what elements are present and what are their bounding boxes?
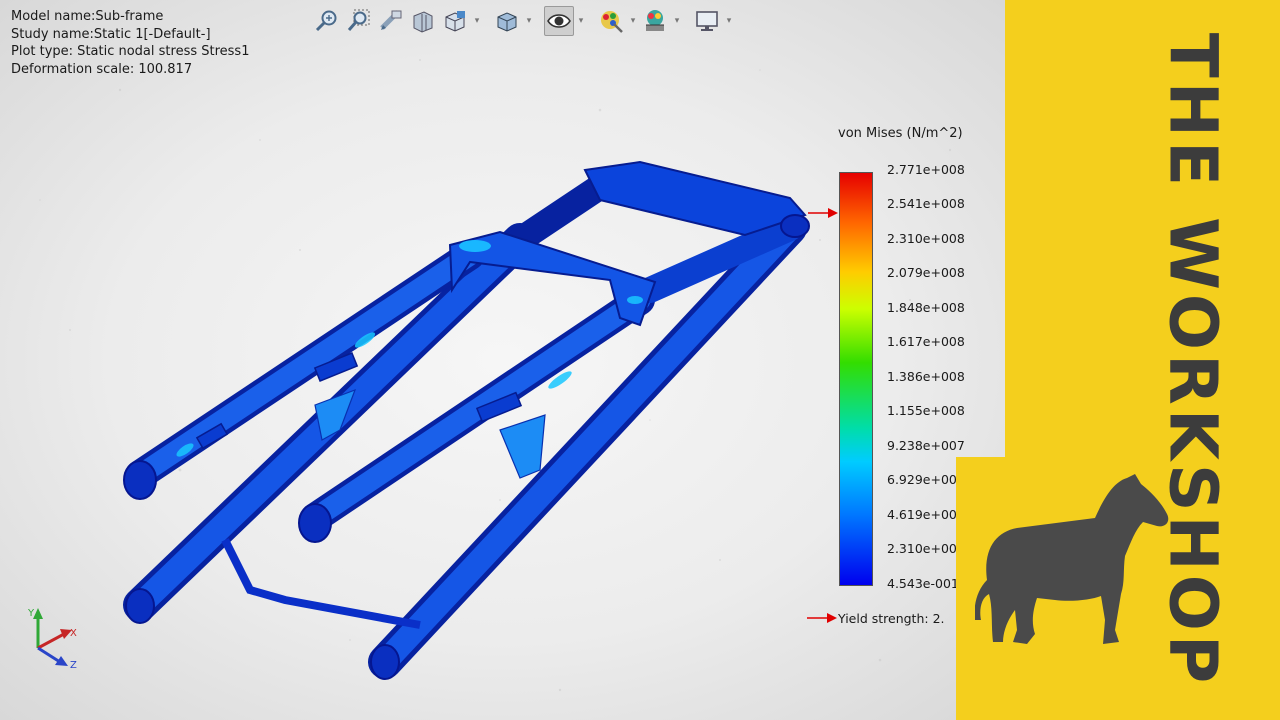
legend-tick: 1.386e+008 <box>887 369 965 384</box>
yield-strength-row: Yield strength: 2. <box>806 610 945 626</box>
legend-tick: 2.541e+008 <box>887 196 965 211</box>
legend-tick: 6.929e+00 <box>887 472 957 487</box>
legend-title: von Mises (N/m^2) <box>838 126 963 141</box>
triad-x-label: X <box>70 628 77 639</box>
yield-marker-arrow-icon <box>808 208 838 218</box>
legend-tick: 4.543e-001 <box>887 576 959 591</box>
legend-tick: 2.079e+008 <box>887 265 965 280</box>
triad-z-label: Z <box>70 660 77 670</box>
legend-tick: 2.771e+008 <box>887 162 965 177</box>
legend-tick: 1.155e+008 <box>887 403 965 418</box>
stress-hotspots <box>176 296 643 457</box>
legend-tick: 9.238e+007 <box>887 438 965 453</box>
lower-brace <box>221 538 421 629</box>
legend-tick: 1.617e+008 <box>887 334 965 349</box>
yield-arrow-icon <box>807 613 837 623</box>
legend-tick: 1.848e+008 <box>887 300 965 315</box>
horse-silhouette-icon <box>975 474 1169 644</box>
legend-tick: 2.310e+008 <box>887 231 965 246</box>
graphics-area[interactable]: Model name:Sub-frame Study name:Static 1… <box>0 0 1005 720</box>
yield-strength-label: Yield strength: 2. <box>838 610 945 626</box>
legend-tick: 4.619e+00 <box>887 507 957 522</box>
legend-tick: 2.310e+00 <box>887 541 957 556</box>
stress-color-bar <box>839 172 873 586</box>
top-plate <box>583 160 807 237</box>
reference-triad[interactable]: Y X Z <box>24 604 84 670</box>
triad-y-label: Y <box>27 608 35 619</box>
